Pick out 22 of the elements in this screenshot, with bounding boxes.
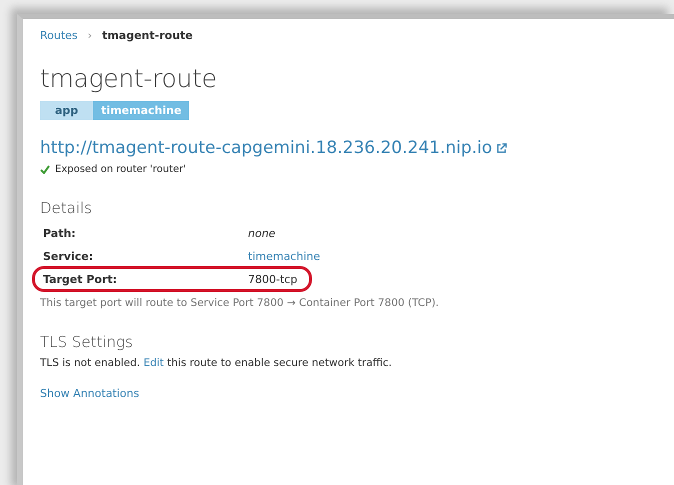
target-port-note: This target port will route to Service Port 7800 → Container Port 7800 (TCP). (40, 297, 440, 309)
detail-label: Path: (43, 226, 77, 240)
breadcrumb-current: tmagent-route (102, 29, 193, 42)
detail-value: none (248, 226, 276, 240)
label-value: timemachine (93, 101, 190, 120)
section-heading: TLS Settings (40, 333, 134, 351)
checkmark-icon (40, 165, 50, 174)
exposed-status: Exposed on router 'router' (55, 164, 186, 175)
detail-value: 7800-tcp (248, 272, 298, 286)
route-url-link[interactable]: http://tmagent-route-capgemini.18.236.20.241.nip.io (40, 138, 492, 158)
detail-label: Target Port: (43, 272, 118, 286)
page-title: tmagent-route (40, 64, 218, 93)
breadcrumb-link[interactable]: Routes (40, 29, 78, 42)
label-key: app (40, 101, 94, 120)
tls-status-text: TLS is not enabled. Edit this route to enable secure network traffic. (40, 357, 393, 369)
external-link-icon (496, 142, 508, 154)
section-heading: Details (40, 199, 94, 217)
show-annotations-link[interactable]: Show Annotations (40, 387, 140, 400)
detail-label: Service: (43, 250, 94, 262)
edit-link[interactable]: Edit (143, 357, 164, 369)
chevron-icon: › (88, 29, 92, 42)
detail-link[interactable]: timemachine (248, 250, 320, 262)
